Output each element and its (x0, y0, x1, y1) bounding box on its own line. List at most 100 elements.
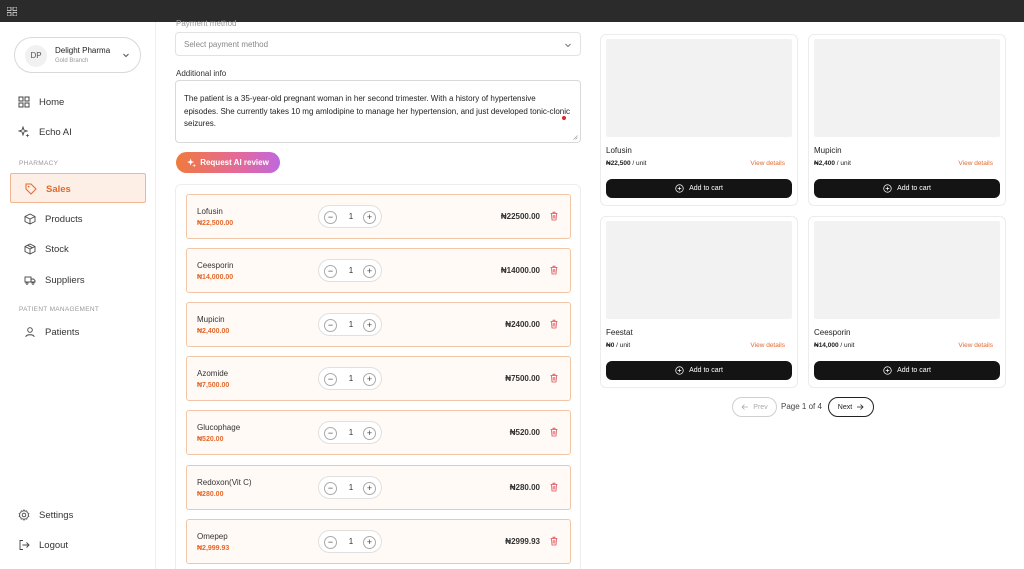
product-image (606, 39, 792, 137)
trash-icon[interactable] (549, 536, 559, 546)
cart-item-unit-price: ₦14,000.00 (197, 274, 234, 281)
product-card: Feestat ₦0 / unit View details Add to ca… (600, 216, 798, 388)
product-price-value: ₦22,500 (606, 160, 631, 167)
request-ai-review-button[interactable]: Request AI review (176, 152, 280, 173)
quantity-value: 1 (348, 537, 354, 546)
section-label-pharmacy: PHARMACY (19, 160, 59, 167)
product-image (606, 221, 792, 319)
view-details-link[interactable]: View details (750, 342, 785, 349)
grid-icon[interactable] (7, 7, 17, 16)
product-price: ₦2,400 / unit (814, 160, 851, 167)
logout-icon (19, 540, 30, 550)
sidebar-item-echo-ai[interactable]: Echo AI (18, 124, 72, 140)
decrease-quantity-button[interactable]: − (324, 211, 337, 224)
prev-page-button[interactable]: Prev (732, 397, 777, 417)
quantity-value: 1 (348, 212, 354, 221)
sidebar-item-label: Suppliers (45, 274, 85, 286)
cart-row: Azomide ₦7,500.00 − 1 + ₦7500.00 (186, 356, 571, 401)
decrease-quantity-button[interactable]: − (324, 482, 337, 495)
add-to-cart-label: Add to cart (897, 185, 931, 192)
decrease-quantity-button[interactable]: − (324, 373, 337, 386)
add-to-cart-button[interactable]: Add to cart (814, 361, 1000, 380)
sidebar-item-label: Patients (45, 326, 80, 338)
increase-quantity-button[interactable]: + (363, 319, 376, 332)
increase-quantity-button[interactable]: + (363, 536, 376, 549)
increase-quantity-button[interactable]: + (363, 427, 376, 440)
cart-item-unit-price: ₦280.00 (197, 491, 224, 498)
trash-icon[interactable] (549, 373, 559, 383)
sidebar-item-settings[interactable]: Settings (18, 507, 73, 523)
quantity-value: 1 (348, 483, 354, 492)
sparkle-icon (18, 126, 30, 138)
sidebar-item-home[interactable]: Home (18, 94, 64, 110)
prev-page-label: Prev (753, 403, 768, 411)
increase-quantity-button[interactable]: + (363, 373, 376, 386)
quantity-stepper: − 1 + (318, 476, 382, 499)
sidebar-item-sales[interactable]: Sales (10, 173, 146, 203)
quantity-stepper: − 1 + (318, 313, 382, 336)
increase-quantity-button[interactable]: + (363, 482, 376, 495)
trash-icon[interactable] (549, 211, 559, 221)
cart-item-unit-price: ₦7,500.00 (197, 382, 230, 389)
sidebar-item-products[interactable]: Products (24, 211, 83, 227)
decrease-quantity-button[interactable]: − (324, 427, 337, 440)
sparkle-icon (187, 158, 197, 167)
product-image (814, 39, 1000, 137)
product-price: ₦0 / unit (606, 342, 630, 349)
decrease-quantity-button[interactable]: − (324, 265, 337, 278)
cart-item-unit-price: ₦2,999.93 (197, 545, 230, 552)
org-switcher[interactable]: DP Delight Pharma Gold Branch (14, 37, 141, 73)
per-unit-label: / unit (616, 342, 631, 349)
view-details-link[interactable]: View details (958, 342, 993, 349)
product-image (814, 221, 1000, 319)
sidebar-item-stock[interactable]: Stock (24, 241, 69, 257)
product-name: Lofusin (606, 146, 632, 155)
trash-icon[interactable] (549, 427, 559, 437)
trash-icon[interactable] (549, 265, 559, 275)
payment-method-label: Payment method (176, 19, 237, 28)
top-bar (0, 0, 1024, 22)
add-to-cart-button[interactable]: Add to cart (606, 179, 792, 198)
plus-circle-icon (883, 184, 892, 193)
sidebar-item-logout[interactable]: Logout (18, 537, 68, 553)
decrease-quantity-button[interactable]: − (324, 319, 337, 332)
cart-item-total: ₦22500.00 (500, 212, 540, 221)
sidebar-item-label: Home (39, 96, 65, 108)
view-details-link[interactable]: View details (750, 160, 785, 167)
next-page-button[interactable]: Next (828, 397, 874, 417)
box-icon (24, 213, 36, 225)
per-unit-label: / unit (840, 342, 855, 349)
increase-quantity-button[interactable]: + (363, 211, 376, 224)
add-to-cart-label: Add to cart (689, 185, 723, 192)
payment-method-select[interactable]: Select payment method (175, 32, 581, 56)
add-to-cart-button[interactable]: Add to cart (606, 361, 792, 380)
plus-circle-icon (883, 366, 892, 375)
trash-icon[interactable] (549, 319, 559, 329)
view-details-link[interactable]: View details (958, 160, 993, 167)
per-unit-label: / unit (836, 160, 851, 167)
increase-quantity-button[interactable]: + (363, 265, 376, 278)
user-icon (25, 327, 35, 338)
product-price-value: ₦0 (606, 342, 615, 349)
sidebar-item-sales-content: Sales (25, 181, 71, 197)
additional-info-text: The patient is a 35-year-old pregnant wo… (184, 94, 571, 128)
add-to-cart-button[interactable]: Add to cart (814, 179, 1000, 198)
quantity-value: 1 (348, 266, 354, 275)
additional-info-textarea[interactable]: The patient is a 35-year-old pregnant wo… (175, 80, 581, 143)
resize-grip-icon[interactable] (573, 135, 578, 140)
payment-method-placeholder: Select payment method (184, 40, 269, 49)
product-card: Lofusin ₦22,500 / unit View details Add … (600, 34, 798, 206)
sidebar-item-suppliers[interactable]: Suppliers (24, 272, 85, 288)
cart-item-total: ₦14000.00 (500, 266, 540, 275)
cart-item-total: ₦280.00 (509, 483, 540, 492)
cart-item-unit-price: ₦520.00 (197, 436, 224, 443)
quantity-value: 1 (348, 320, 354, 329)
sidebar-item-label: Stock (45, 243, 69, 255)
org-avatar: DP (25, 45, 47, 67)
arrow-left-icon (741, 404, 749, 410)
sidebar-item-label: Echo AI (39, 126, 72, 138)
trash-icon[interactable] (549, 482, 559, 492)
quantity-stepper: − 1 + (318, 367, 382, 390)
decrease-quantity-button[interactable]: − (324, 536, 337, 549)
sidebar-item-patients[interactable]: Patients (24, 324, 79, 340)
